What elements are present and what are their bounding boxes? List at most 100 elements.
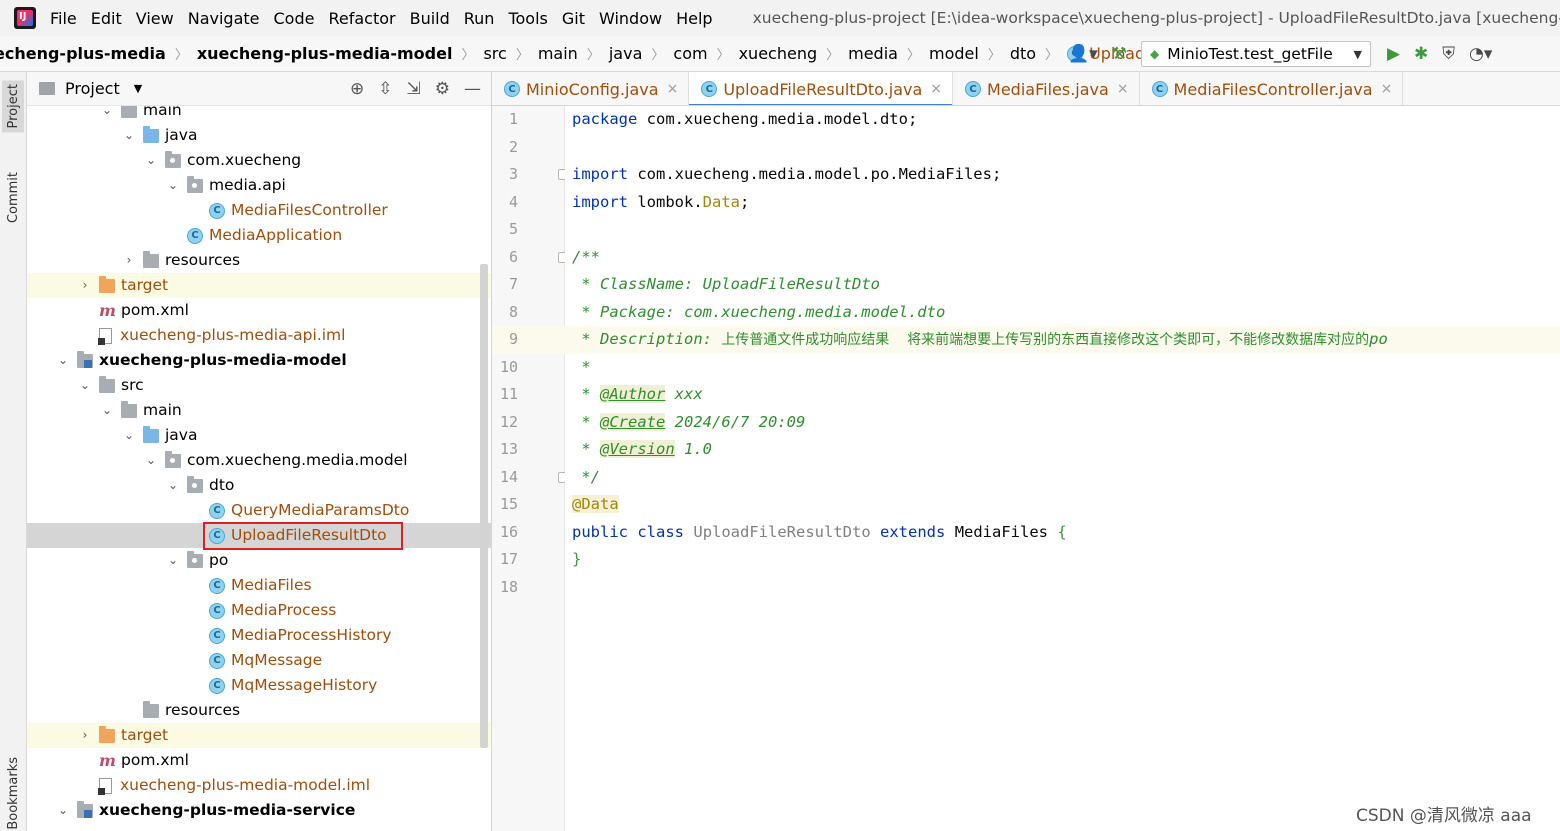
tree-item[interactable]: xuecheng-plus-media-model.iml: [27, 773, 491, 798]
tree-item[interactable]: ⌄ main: [27, 398, 491, 423]
code-editor[interactable]: package com.xuecheng.media.model.dto; im…: [565, 106, 1560, 831]
tree-item[interactable]: ⌄ java: [27, 123, 491, 148]
menu-refactor[interactable]: Refactor: [328, 9, 395, 28]
project-panel-title[interactable]: Project: [65, 79, 120, 98]
tree-item[interactable]: C MqMessage: [27, 648, 491, 673]
menu-edit[interactable]: Edit: [91, 9, 122, 28]
tree-item[interactable]: xuecheng-plus-media-api.iml: [27, 323, 491, 348]
chevron-down-icon[interactable]: ▼: [134, 82, 142, 95]
line-number: 15: [499, 495, 518, 513]
run-icon[interactable]: ▶: [1387, 44, 1400, 64]
editor-tab[interactable]: C MediaFiles.java ×: [953, 72, 1140, 105]
line-number: 17: [499, 550, 518, 568]
chevron-down-icon[interactable]: ⌄: [165, 173, 181, 198]
tree-scrollbar[interactable]: [480, 264, 488, 748]
breadcrumb-item[interactable]: src: [483, 44, 506, 63]
gear-icon[interactable]: ⚙: [435, 79, 450, 99]
coverage-icon[interactable]: ⛨: [1442, 44, 1455, 64]
build-hammer-icon[interactable]: ⚒: [1112, 44, 1127, 64]
tree-item[interactable]: ⌄ src: [27, 373, 491, 398]
tree-item[interactable]: › target: [27, 273, 491, 298]
tree-item[interactable]: C MediaProcess: [27, 598, 491, 623]
bookmarks-tool-button[interactable]: Bookmarks: [6, 757, 21, 830]
tree-item[interactable]: C UploadFileResultDto: [27, 521, 491, 550]
tree-item[interactable]: ⌄ com.xuecheng: [27, 148, 491, 173]
breadcrumb-item[interactable]: xuecheng: [739, 44, 818, 63]
breadcrumb-item[interactable]: xuecheng-plus-media-model: [197, 44, 453, 63]
chevron-right-icon[interactable]: ›: [77, 273, 93, 298]
tree-item[interactable]: ⌄ java: [27, 423, 491, 448]
tree-item[interactable]: ⌄ xuecheng-plus-media-service: [27, 798, 491, 823]
commit-tool-button[interactable]: Commit: [6, 172, 21, 223]
chevron-down-icon[interactable]: ⌄: [121, 423, 137, 448]
chevron-right-icon[interactable]: ›: [77, 723, 93, 748]
tree-item-label: MediaProcessHistory: [231, 626, 392, 644]
breadcrumb-item[interactable]: model: [929, 44, 979, 63]
tree-item[interactable]: C MqMessageHistory: [27, 673, 491, 698]
tree-item[interactable]: C QueryMediaParamsDto: [27, 498, 491, 523]
run-configuration-select[interactable]: ◆ MinioTest.test_getFile ▼: [1140, 41, 1371, 67]
tree-item[interactable]: ⌄ xuecheng-plus-media-model: [27, 348, 491, 373]
chevron-down-icon[interactable]: ⌄: [143, 148, 159, 173]
chevron-down-icon[interactable]: ⌄: [143, 448, 159, 473]
tree-item[interactable]: › target: [27, 723, 491, 748]
debug-icon[interactable]: ✱: [1414, 44, 1428, 64]
menu-window[interactable]: Window: [599, 9, 662, 28]
close-icon[interactable]: ×: [1117, 81, 1129, 97]
chevron-right-icon[interactable]: ›: [121, 248, 137, 273]
locate-file-icon[interactable]: ⊕: [350, 79, 364, 99]
tree-item[interactable]: › resources: [27, 248, 491, 273]
tree-item[interactable]: m pom.xml: [27, 298, 491, 323]
menu-navigate[interactable]: Navigate: [188, 9, 260, 28]
breadcrumb-item[interactable]: com: [673, 44, 707, 63]
tree-item[interactable]: ⌄ com.xuecheng.media.model: [27, 448, 491, 473]
breadcrumb-item[interactable]: dto: [1010, 44, 1036, 63]
intellij-logo-icon[interactable]: [14, 7, 36, 29]
chevron-down-icon[interactable]: ⌄: [121, 123, 137, 148]
tree-item[interactable]: ⌄ po: [27, 548, 491, 573]
chevron-down-icon[interactable]: ⌄: [99, 398, 115, 423]
breadcrumb-separator-icon: 〉: [174, 48, 188, 63]
chevron-down-icon[interactable]: ⌄: [55, 798, 71, 823]
editor-tab[interactable]: C MediaFilesController.java ×: [1140, 72, 1404, 105]
menu-view[interactable]: View: [136, 9, 174, 28]
breadcrumb-item[interactable]: echeng-plus-media: [0, 44, 166, 63]
chevron-down-icon[interactable]: ⌄: [165, 473, 181, 498]
menu-tools[interactable]: Tools: [508, 9, 547, 28]
chevron-down-icon[interactable]: ⌄: [55, 348, 71, 373]
close-icon[interactable]: ×: [930, 81, 942, 97]
tree-item[interactable]: C MediaApplication: [27, 223, 491, 248]
tree-item[interactable]: resources: [27, 698, 491, 723]
tree-item[interactable]: ⌄ media.api: [27, 173, 491, 198]
tree-item[interactable]: ⌄ dto: [27, 473, 491, 498]
menu-git[interactable]: Git: [562, 9, 585, 28]
breadcrumb-item[interactable]: java: [609, 44, 643, 63]
line-number: 16: [499, 522, 518, 541]
profile-icon[interactable]: ◔▾: [1469, 44, 1492, 64]
expand-all-icon[interactable]: ⇳: [378, 79, 392, 99]
menu-build[interactable]: Build: [410, 9, 450, 28]
close-icon[interactable]: ×: [1381, 81, 1393, 97]
editor-tab[interactable]: C UploadFileResultDto.java ×: [689, 72, 954, 105]
chevron-down-icon[interactable]: ⌄: [77, 373, 93, 398]
tree-item[interactable]: m pom.xml: [27, 748, 491, 773]
close-icon[interactable]: ×: [667, 81, 679, 97]
project-tool-button[interactable]: Project: [2, 80, 24, 133]
menu-run[interactable]: Run: [464, 9, 495, 28]
breadcrumb-item[interactable]: media: [848, 44, 898, 63]
chevron-down-icon: ▼: [1353, 47, 1362, 61]
package-icon: [165, 450, 181, 468]
menu-help[interactable]: Help: [676, 9, 712, 28]
minimize-icon[interactable]: —: [464, 79, 481, 99]
tree-item[interactable]: C MediaProcessHistory: [27, 623, 491, 648]
menu-file[interactable]: File: [50, 9, 77, 28]
code-line: * @Version 1.0: [572, 440, 712, 458]
chevron-down-icon[interactable]: ⌄: [165, 548, 181, 573]
collapse-all-icon[interactable]: ⇲: [407, 79, 421, 99]
menu-code[interactable]: Code: [274, 9, 315, 28]
editor-tab[interactable]: C MinioConfig.java ×: [492, 72, 690, 105]
tree-item[interactable]: C MediaFilesController: [27, 198, 491, 223]
tree-item[interactable]: C MediaFiles: [27, 573, 491, 598]
user-icon[interactable]: 👤▾: [1068, 44, 1098, 64]
breadcrumb-item[interactable]: main: [538, 44, 578, 63]
